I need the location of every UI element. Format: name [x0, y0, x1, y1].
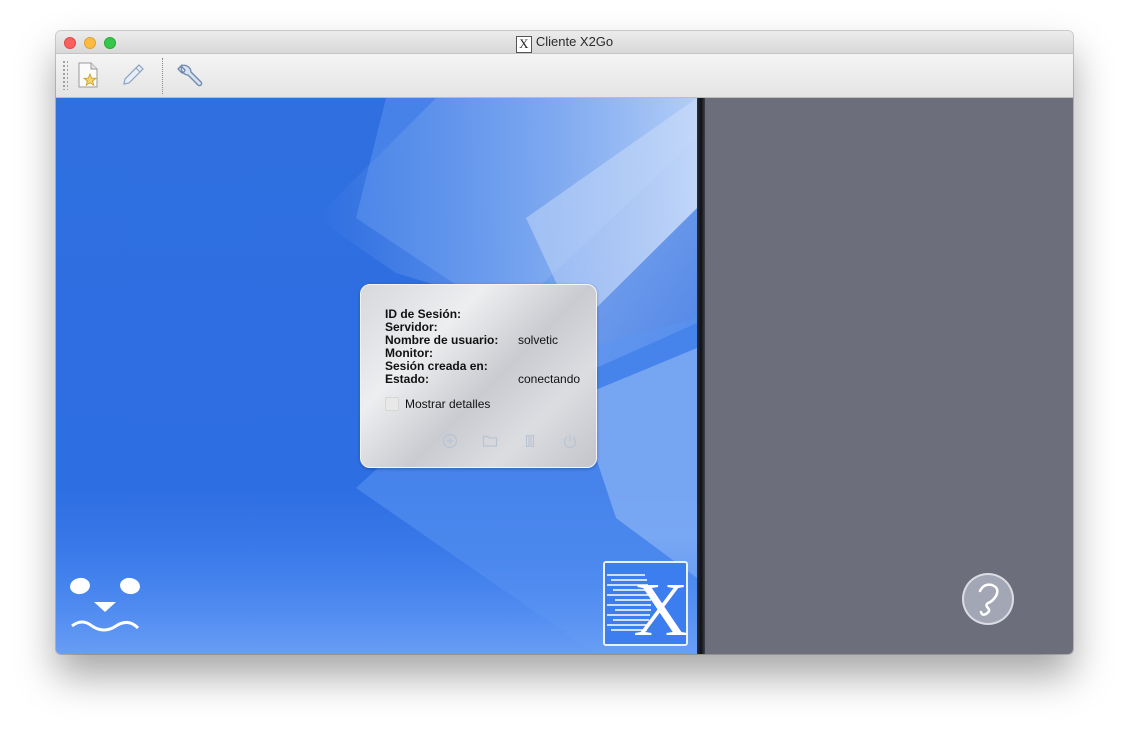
server-label: Servidor: [385, 320, 438, 334]
session-info: ID de Sesión: Servidor: Nombre de usuari… [385, 308, 595, 386]
pause-icon [525, 434, 535, 448]
svg-text:X: X [634, 568, 686, 644]
show-details-checkbox[interactable] [385, 397, 399, 411]
title-bar: X Cliente X2Go [56, 31, 1073, 54]
new-session-button[interactable] [73, 60, 103, 90]
pencil-icon [123, 64, 144, 85]
circle-plus-icon [442, 433, 458, 449]
status-label: Estado: [385, 372, 430, 386]
username-value: solvetic [518, 333, 559, 347]
panda-face-logo [70, 577, 140, 632]
session-status-panel: ID de Sesión: Servidor: Nombre de usuari… [360, 284, 597, 468]
toolbar-separator [162, 58, 164, 94]
edit-session-button[interactable] [118, 60, 148, 90]
x2go-desktop: ID de Sesión: Servidor: Nombre de usuari… [56, 98, 697, 654]
created-label: Sesión creada en: [385, 359, 488, 373]
window-title-text: Cliente X2Go [535, 34, 614, 49]
app-window: X Cliente X2Go ID de Sesión: Servidor: N… [56, 31, 1073, 654]
x2go-logo: X [603, 561, 688, 646]
terminate-button[interactable] [561, 432, 579, 450]
status-value: conectando [518, 372, 581, 386]
power-icon [563, 434, 577, 448]
session-area: ID de Sesión: Servidor: Nombre de usuari… [56, 98, 1073, 654]
toolbar [56, 54, 1073, 98]
username-label: Nombre de usuario: [385, 333, 499, 347]
folder-button[interactable] [481, 432, 499, 450]
show-details-label: Mostrar detalles [405, 397, 491, 411]
suspend-button[interactable] [521, 432, 539, 450]
display-label: Monitor: [385, 346, 433, 360]
toolbar-grip[interactable] [62, 60, 68, 90]
preferences-button[interactable] [175, 60, 205, 90]
watermark-logo [962, 573, 1014, 625]
share-button[interactable] [441, 432, 459, 450]
status-row: Estado: conectando [385, 373, 595, 386]
folder-icon [482, 435, 498, 447]
window-title: X Cliente X2Go [56, 34, 1073, 53]
session-id-label: ID de Sesión: [385, 307, 462, 321]
x2go-x-icon: X [515, 36, 532, 53]
right-pane [705, 98, 1073, 654]
wrench-icon [177, 64, 203, 87]
pane-divider [697, 98, 705, 654]
show-details-option[interactable]: Mostrar detalles [385, 397, 490, 411]
new-document-star-icon [78, 62, 98, 88]
